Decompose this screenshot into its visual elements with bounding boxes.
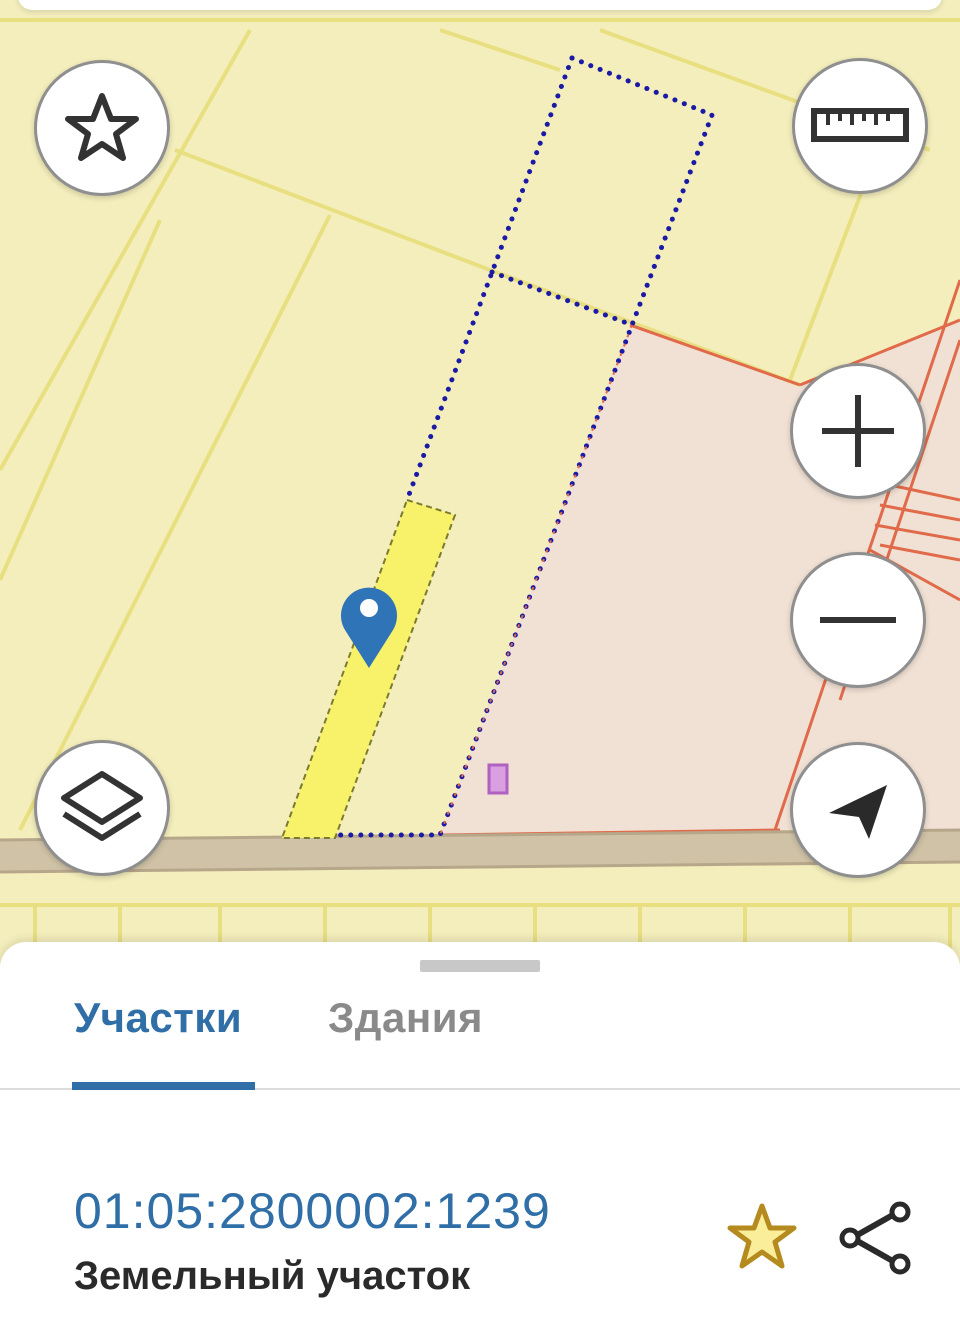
share-icon	[839, 1201, 911, 1275]
locate-button[interactable]	[790, 742, 926, 878]
minus-icon	[820, 617, 896, 623]
zoom-in-button[interactable]	[790, 363, 926, 499]
ruler-button[interactable]	[792, 58, 928, 194]
star-outline-icon	[727, 1203, 797, 1269]
building-marker[interactable]	[487, 763, 509, 795]
star-icon	[65, 93, 139, 161]
share-button[interactable]	[836, 1200, 916, 1281]
favorite-parcel-button[interactable]	[724, 1200, 800, 1277]
tab-parcels[interactable]: Участки	[74, 994, 242, 1042]
ruler-icon	[811, 108, 909, 142]
tab-buildings[interactable]: Здания	[328, 994, 483, 1042]
plus-icon	[822, 395, 894, 467]
sheet-drag-handle[interactable]	[420, 960, 540, 972]
parcel-type-label: Земельный участок	[74, 1254, 471, 1298]
layers-icon	[61, 771, 143, 841]
active-tab-indicator	[72, 1082, 255, 1090]
favorites-button[interactable]	[34, 60, 170, 196]
bottom-sheet[interactable]: Участки Здания 01:05:2800002:1239 Земель…	[0, 942, 960, 1342]
layers-button[interactable]	[34, 740, 170, 876]
zoom-out-button[interactable]	[790, 552, 926, 688]
navigation-arrow-icon	[829, 785, 887, 839]
search-bar[interactable]	[18, 0, 942, 10]
cadastral-number[interactable]: 01:05:2800002:1239	[74, 1182, 551, 1240]
